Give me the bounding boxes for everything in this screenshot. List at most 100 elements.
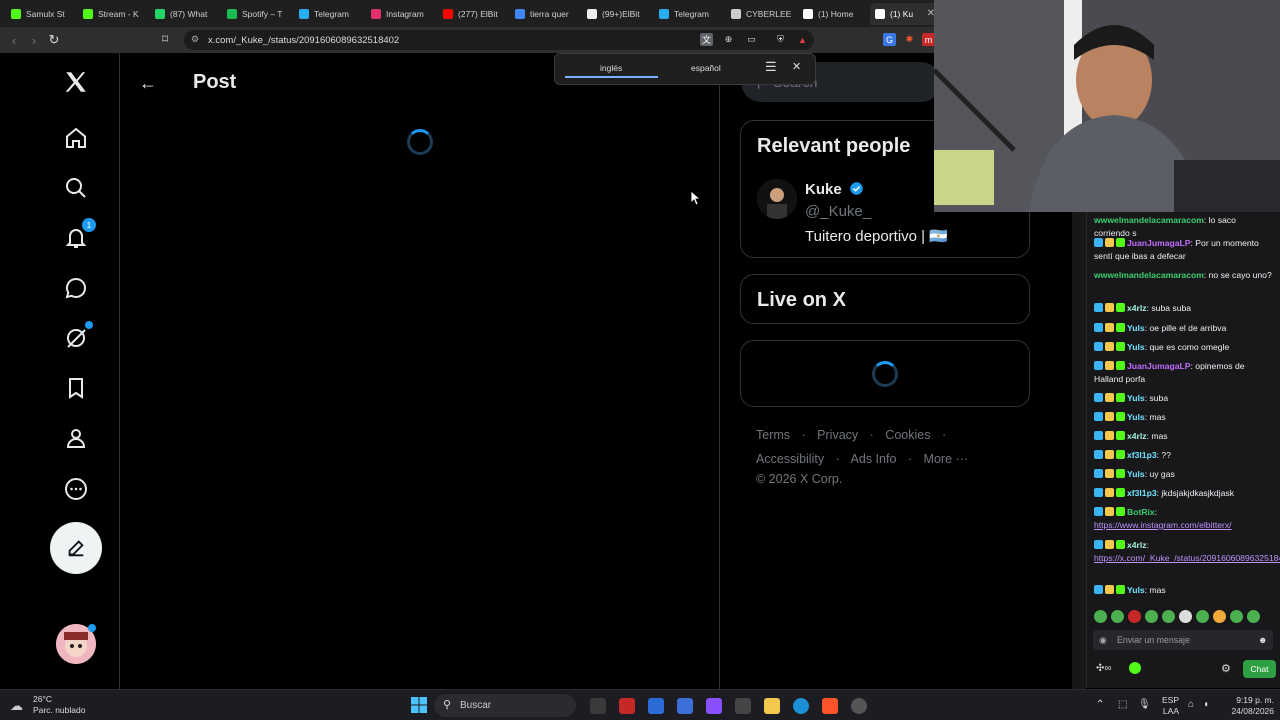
terms-link[interactable]: Terms	[756, 428, 790, 442]
chat-send-button[interactable]: Chat	[1243, 660, 1276, 678]
translate-target-lang[interactable]: español	[691, 63, 721, 73]
file-explorer-icon[interactable]	[764, 698, 780, 714]
weather-widget[interactable]: 26°C Parc. nublado	[33, 694, 85, 716]
translate-close-icon[interactable]: ✕	[792, 60, 801, 73]
emote-icon[interactable]	[1111, 610, 1124, 623]
grok-icon[interactable]	[61, 321, 93, 353]
browser-tab[interactable]: Telegram	[294, 3, 364, 25]
zoom-icon[interactable]: ⊕	[722, 33, 735, 46]
home-icon[interactable]	[61, 123, 91, 153]
emote-icon[interactable]	[1230, 610, 1243, 623]
chat-username[interactable]: xf3l1p3	[1127, 488, 1157, 498]
browser-tab[interactable]: (1) Home	[798, 3, 868, 25]
power-app-icon[interactable]	[619, 698, 635, 714]
accessibility-link[interactable]: Accessibility	[756, 452, 824, 466]
tray-icon[interactable]: ⬚	[1118, 699, 1127, 710]
forward-nav-icon[interactable]: ›	[24, 33, 44, 48]
cookies-link[interactable]: Cookies	[885, 428, 930, 442]
tray-chevron-icon[interactable]: ⌃	[1096, 699, 1104, 710]
brave-shield-icon[interactable]: ⛨	[774, 33, 787, 46]
chat-username[interactable]: BotRix	[1127, 507, 1155, 517]
notifications-icon[interactable]: 1	[61, 218, 96, 253]
volume-icon[interactable]: ◖	[1203, 699, 1209, 710]
chat-link[interactable]: https://www.instagram.com/elbitterx/	[1094, 520, 1232, 530]
kuke-avatar[interactable]	[757, 179, 797, 219]
x-logo-icon[interactable]	[61, 67, 91, 97]
messages-icon[interactable]	[61, 273, 91, 303]
chat-username[interactable]: Yuls	[1127, 342, 1145, 352]
chat-username[interactable]: x4rlz	[1127, 540, 1147, 550]
browser-tab[interactable]: (87) What	[150, 3, 220, 25]
chat-username[interactable]: JuanJumagaLP	[1127, 361, 1191, 371]
bookmarks-icon[interactable]	[61, 373, 91, 403]
clock[interactable]: 9:19 p. m. 24/08/2026	[1218, 695, 1274, 717]
address-bar[interactable]: ⚙ x.com/_Kuke_/status/209160608963251840…	[184, 30, 814, 50]
compose-post-button[interactable]	[50, 522, 102, 574]
chat-username[interactable]: xf3l1p3	[1127, 450, 1157, 460]
network-icon[interactable]: ⌂	[1188, 699, 1194, 710]
microphone-icon[interactable]: 🎙	[1138, 699, 1151, 710]
chat-tools-icon[interactable]: ✣∞	[1096, 663, 1112, 674]
bookmark-icon[interactable]: ⌑	[162, 32, 168, 46]
chat-username[interactable]: JuanJumagaLP	[1127, 238, 1191, 248]
chat-link[interactable]: https://x.com/_Kuke_/status/209160608963…	[1094, 553, 1280, 563]
chat-username[interactable]: wwwelmandelacamaracom	[1094, 270, 1204, 280]
privacy-link[interactable]: Privacy	[817, 428, 858, 442]
emote-icon[interactable]	[1213, 610, 1226, 623]
google-translate-extension-icon[interactable]: G	[883, 33, 896, 46]
extension-icon[interactable]: ✱	[903, 33, 916, 46]
more-link[interactable]: More ···	[924, 452, 968, 466]
chat-username[interactable]: Yuls	[1127, 412, 1145, 422]
store-icon[interactable]	[648, 698, 664, 714]
taskbar-search[interactable]: Buscar	[434, 694, 576, 717]
chat-username[interactable]: x4rlz	[1127, 303, 1147, 313]
emote-icon[interactable]	[1145, 610, 1158, 623]
site-settings-icon[interactable]: ⚙	[191, 34, 199, 45]
translate-source-lang[interactable]: inglés	[600, 63, 622, 73]
browser-tab[interactable]: Spotify – T	[222, 3, 292, 25]
chat-username[interactable]: Yuls	[1127, 585, 1145, 595]
browser-tab[interactable]: (1) Ku ✕	[870, 2, 940, 25]
chat-input[interactable]: Enviar un mensaje	[1093, 630, 1273, 650]
task-view-icon[interactable]	[590, 698, 606, 714]
chat-username[interactable]: Yuls	[1127, 393, 1145, 403]
browser-tab[interactable]: tierra quer	[510, 3, 580, 25]
language-indicator[interactable]: ESP LAA	[1155, 695, 1179, 717]
translate-menu-icon[interactable]: ☰	[765, 59, 777, 75]
emoji-icon[interactable]: ☻	[1258, 635, 1267, 645]
chat-settings-icon[interactable]: ⚙	[1221, 662, 1231, 675]
emote-icon[interactable]	[1094, 610, 1107, 623]
browser-tab[interactable]: CYBERLEE	[726, 3, 796, 25]
profile-icon[interactable]	[61, 423, 91, 453]
chat-username[interactable]: Yuls	[1127, 469, 1145, 479]
copilot-icon[interactable]	[706, 698, 722, 714]
more-icon[interactable]	[61, 474, 91, 504]
app-icon[interactable]	[677, 698, 693, 714]
kick-icon[interactable]	[1129, 662, 1141, 674]
cast-icon[interactable]: ▭	[745, 33, 758, 46]
browser-tab[interactable]: Samulx St	[6, 3, 76, 25]
back-nav-icon[interactable]: ‹	[4, 33, 24, 48]
emote-icon[interactable]	[1247, 610, 1260, 623]
obs-icon[interactable]	[851, 698, 867, 714]
browser-tab[interactable]: (277) ElBit	[438, 3, 508, 25]
ads-info-link[interactable]: Ads Info	[851, 452, 897, 466]
emote-icon[interactable]	[1128, 610, 1141, 623]
brave-icon[interactable]	[822, 698, 838, 714]
chat-username[interactable]: Yuls	[1127, 323, 1145, 333]
edge-icon[interactable]	[793, 698, 809, 714]
emote-icon[interactable]	[1196, 610, 1209, 623]
browser-tab[interactable]: Telegram	[654, 3, 724, 25]
chat-username[interactable]: wwwelmandelacamaracom	[1094, 215, 1204, 225]
terminal-icon[interactable]	[735, 698, 751, 714]
kuke-name[interactable]: Kuke	[805, 181, 864, 198]
browser-tab[interactable]: (99+)ElBit	[582, 3, 652, 25]
browser-tab[interactable]: Stream - K	[78, 3, 148, 25]
search-icon[interactable]	[61, 173, 91, 203]
emote-icon[interactable]	[1179, 610, 1192, 623]
back-arrow-icon[interactable]: ←	[139, 73, 157, 94]
reload-icon[interactable]: ↻	[44, 32, 64, 48]
chat-username[interactable]: x4rlz	[1127, 431, 1147, 441]
emote-icon[interactable]	[1162, 610, 1175, 623]
browser-tab[interactable]: Instagram	[366, 3, 436, 25]
